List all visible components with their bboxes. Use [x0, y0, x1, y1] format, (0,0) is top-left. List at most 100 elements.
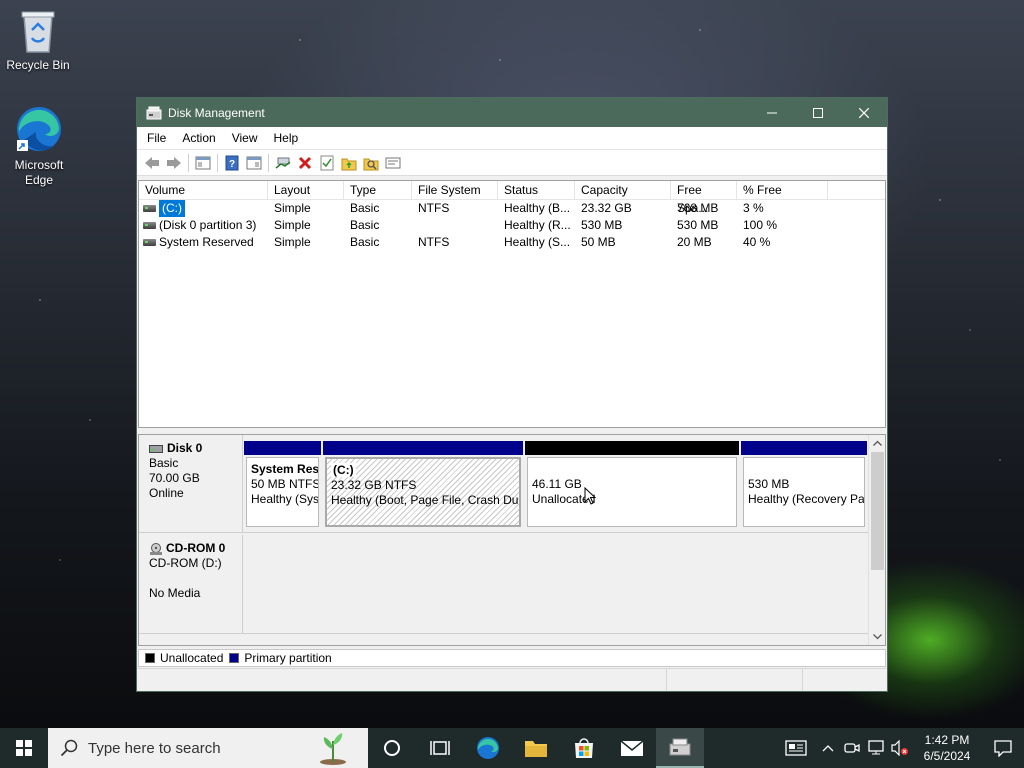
edge-icon [17, 107, 61, 151]
column-header-status[interactable]: Status [498, 181, 575, 199]
notification-center-button[interactable] [982, 728, 1024, 768]
menu-help[interactable]: Help [266, 131, 307, 145]
capacity-cell: 23.32 GB [581, 201, 632, 215]
desktop-icon-edge[interactable]: Microsoft Edge [0, 104, 78, 188]
back-button[interactable] [141, 152, 163, 174]
scroll-down-button[interactable] [869, 629, 885, 645]
volume-row-c[interactable]: (C:) Simple Basic NTFS Healthy (B... 23.… [139, 200, 885, 217]
forward-button[interactable] [163, 152, 185, 174]
volume-button[interactable] [888, 728, 912, 768]
news-widget-button[interactable] [776, 728, 816, 768]
disk-0-partitions: System Res 50 MB NTFS Healthy (Sys (C:) … [244, 441, 867, 529]
column-header-layout[interactable]: Layout [268, 181, 344, 199]
scroll-thumb[interactable] [871, 452, 884, 570]
taskbar-clock[interactable]: 1:42 PM 6/5/2024 [912, 732, 982, 764]
delete-button[interactable] [294, 152, 316, 174]
taskbar-disk-management-button[interactable] [656, 728, 704, 768]
folder-up-button[interactable] [338, 152, 360, 174]
partition-title: (C:) [331, 463, 356, 477]
edge-icon [477, 737, 499, 759]
check-button[interactable] [316, 152, 338, 174]
console-tree-button[interactable] [192, 152, 214, 174]
volume-name: (Disk 0 partition 3) [159, 218, 257, 232]
forward-icon [167, 156, 181, 169]
pane-splitter[interactable] [138, 429, 886, 433]
help-button[interactable]: ? [221, 152, 243, 174]
cdrom-0-state: No Media [149, 586, 201, 600]
volume-cell: (Disk 0 partition 3) [139, 217, 268, 234]
volume-cell: System Reserved [139, 234, 268, 251]
svg-text:?: ? [229, 159, 235, 170]
layout-cell: Simple [274, 218, 311, 232]
connect-button[interactable] [272, 152, 294, 174]
disk-management-window: Disk Management File Action View Help ? … [136, 97, 888, 692]
minimize-icon [767, 112, 777, 113]
column-header-percent-free[interactable]: % Free [737, 181, 828, 199]
disk-0-label[interactable]: Disk 0 Basic 70.00 GB Online [139, 435, 243, 532]
menu-view[interactable]: View [224, 131, 266, 145]
menu-bar: File Action View Help [137, 127, 887, 149]
partition-c[interactable]: (C:) 23.32 GB NTFS Healthy (Boot, Page F… [323, 441, 523, 529]
close-icon [859, 107, 869, 118]
window-titlebar[interactable]: Disk Management [137, 98, 887, 127]
cortana-button[interactable] [368, 728, 416, 768]
cdrom-0-label[interactable]: CD-ROM 0 CD-ROM (D:) No Media [139, 535, 243, 633]
partition-recovery[interactable]: 530 MB Healthy (Recovery Pa [741, 441, 867, 529]
back-icon [145, 156, 159, 169]
menu-action[interactable]: Action [174, 131, 223, 145]
cdrom-0-row: CD-ROM 0 CD-ROM (D:) No Media [139, 535, 870, 634]
details-button[interactable] [382, 152, 404, 174]
partition-unallocated[interactable]: 46.11 GB Unallocated [525, 441, 739, 529]
maximize-button[interactable] [795, 98, 841, 127]
properties-icon [246, 156, 262, 169]
volume-cell: (C:) [139, 200, 268, 217]
column-header-type[interactable]: Type [344, 181, 412, 199]
delete-icon [298, 156, 312, 169]
graphical-view-scrollbar[interactable] [868, 435, 885, 645]
free-space-cell: 530 MB [677, 218, 719, 232]
partition-status: Healthy (Boot, Page File, Crash Dun [331, 493, 521, 507]
volume-row-partition-3[interactable]: (Disk 0 partition 3) Simple Basic Health… [139, 217, 885, 234]
disk-0-size: 70.00 GB [149, 471, 200, 485]
menu-file[interactable]: File [139, 131, 174, 145]
cdrom-0-name: CD-ROM 0 [166, 541, 226, 555]
desktop-icon-recycle-bin[interactable]: Recycle Bin [0, 8, 76, 73]
column-header-file-system[interactable]: File System [412, 181, 498, 199]
partition-body: 530 MB Healthy (Recovery Pa [743, 457, 865, 527]
taskbar-file-explorer-button[interactable] [512, 728, 560, 768]
taskbar-store-button[interactable] [560, 728, 608, 768]
column-header-volume[interactable]: Volume [139, 181, 268, 199]
edge-label: Microsoft Edge [14, 158, 64, 187]
toolbar-separator [188, 153, 189, 172]
graphical-disk-view-content: Disk 0 Basic 70.00 GB Online System Res … [139, 435, 870, 645]
close-button[interactable] [841, 98, 887, 127]
file-system-cell: NTFS [418, 201, 450, 215]
column-header-capacity[interactable]: Capacity [575, 181, 671, 199]
task-view-button[interactable] [416, 728, 464, 768]
store-icon [575, 738, 593, 758]
volume-list: Volume Layout Type File System Status Ca… [138, 180, 886, 428]
meet-now-button[interactable] [840, 728, 864, 768]
search-folder-button[interactable] [360, 152, 382, 174]
network-button[interactable] [864, 728, 888, 768]
properties-button[interactable] [243, 152, 265, 174]
scroll-up-button[interactable] [869, 435, 885, 451]
legend-unallocated-label: Unallocated [160, 651, 224, 665]
cortana-icon [384, 740, 400, 756]
partition-bar [525, 441, 739, 455]
partition-status: Healthy (Recovery Pa [748, 492, 865, 506]
taskbar-mail-button[interactable] [608, 728, 656, 768]
volume-row-system-reserved[interactable]: System Reserved Simple Basic NTFS Health… [139, 234, 885, 251]
type-cell: Basic [350, 218, 380, 232]
capacity-cell: 50 MB [581, 235, 616, 249]
taskbar-search-box[interactable]: Type here to search [48, 728, 368, 768]
show-hidden-icons-button[interactable] [816, 728, 840, 768]
partition-status: Healthy (Sys [251, 492, 319, 506]
help-icon: ? [225, 155, 239, 170]
partition-system-reserved[interactable]: System Res 50 MB NTFS Healthy (Sys [244, 441, 321, 529]
minimize-button[interactable] [749, 98, 795, 127]
column-header-filler [828, 181, 885, 199]
start-button[interactable] [0, 728, 48, 768]
taskbar-edge-button[interactable] [464, 728, 512, 768]
column-header-free-space[interactable]: Free Spa... [671, 181, 737, 215]
